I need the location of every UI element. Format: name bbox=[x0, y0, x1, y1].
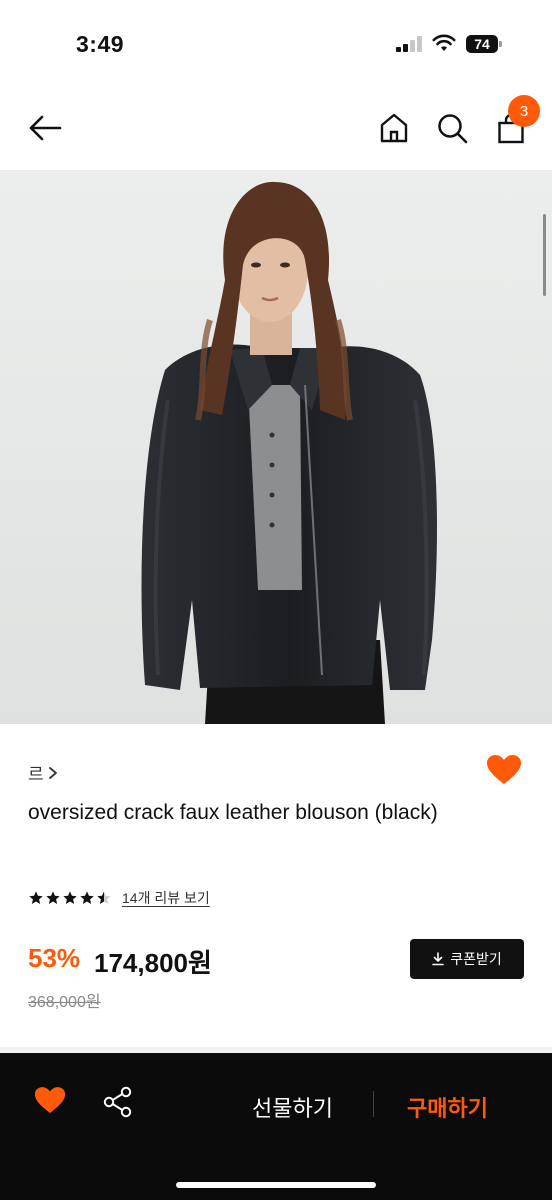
buy-button[interactable]: 구매하기 bbox=[407, 1091, 488, 1123]
status-bar: 3:49 74 bbox=[0, 0, 552, 88]
home-indicator bbox=[176, 1182, 376, 1188]
wishlist-heart-icon[interactable] bbox=[486, 754, 522, 786]
star-icon bbox=[46, 891, 60, 904]
product-image[interactable] bbox=[0, 170, 552, 724]
brand-name: 르 bbox=[28, 765, 44, 784]
battery-level: 74 bbox=[474, 36, 490, 52]
like-heart-icon[interactable] bbox=[34, 1086, 66, 1115]
star-icon bbox=[29, 891, 43, 904]
brand-link[interactable]: 르 bbox=[28, 760, 58, 785]
signal-icon bbox=[396, 36, 422, 52]
coupon-label: 쿠폰받기 bbox=[450, 951, 502, 967]
coupon-button[interactable]: 쿠폰받기 bbox=[410, 939, 524, 979]
rating-row: 14개 리뷰 보기 bbox=[28, 888, 210, 908]
product-title: oversized crack faux leather blouson (bl… bbox=[28, 801, 438, 824]
cart-count-badge: 3 bbox=[508, 95, 540, 127]
star-rating bbox=[28, 890, 112, 906]
review-link[interactable]: 14개 리뷰 보기 bbox=[122, 888, 210, 908]
battery-icon: 74 bbox=[466, 35, 498, 53]
discount-rate: 53% bbox=[28, 943, 81, 973]
original-price: 368,000원 bbox=[28, 994, 101, 1011]
sale-price: 174,800원 bbox=[94, 948, 212, 978]
half-star-icon bbox=[97, 891, 111, 904]
star-icon bbox=[63, 891, 77, 904]
top-nav bbox=[0, 88, 552, 170]
product-photo bbox=[0, 170, 552, 724]
share-icon[interactable] bbox=[103, 1086, 133, 1118]
home-icon[interactable] bbox=[379, 112, 409, 144]
back-arrow-icon[interactable] bbox=[28, 114, 62, 142]
star-icon bbox=[80, 891, 94, 904]
scroll-indicator bbox=[543, 214, 546, 296]
action-divider bbox=[373, 1091, 374, 1117]
search-icon[interactable] bbox=[437, 113, 468, 144]
battery-tip bbox=[499, 41, 502, 47]
cart-count: 3 bbox=[519, 102, 529, 120]
download-icon bbox=[432, 952, 445, 966]
bottom-action-bar: 선물하기 구매하기 bbox=[0, 1053, 552, 1200]
chevron-right-icon bbox=[48, 766, 57, 779]
status-time: 3:49 bbox=[76, 31, 125, 57]
gift-button[interactable]: 선물하기 bbox=[252, 1091, 333, 1123]
wifi-icon bbox=[432, 34, 456, 51]
